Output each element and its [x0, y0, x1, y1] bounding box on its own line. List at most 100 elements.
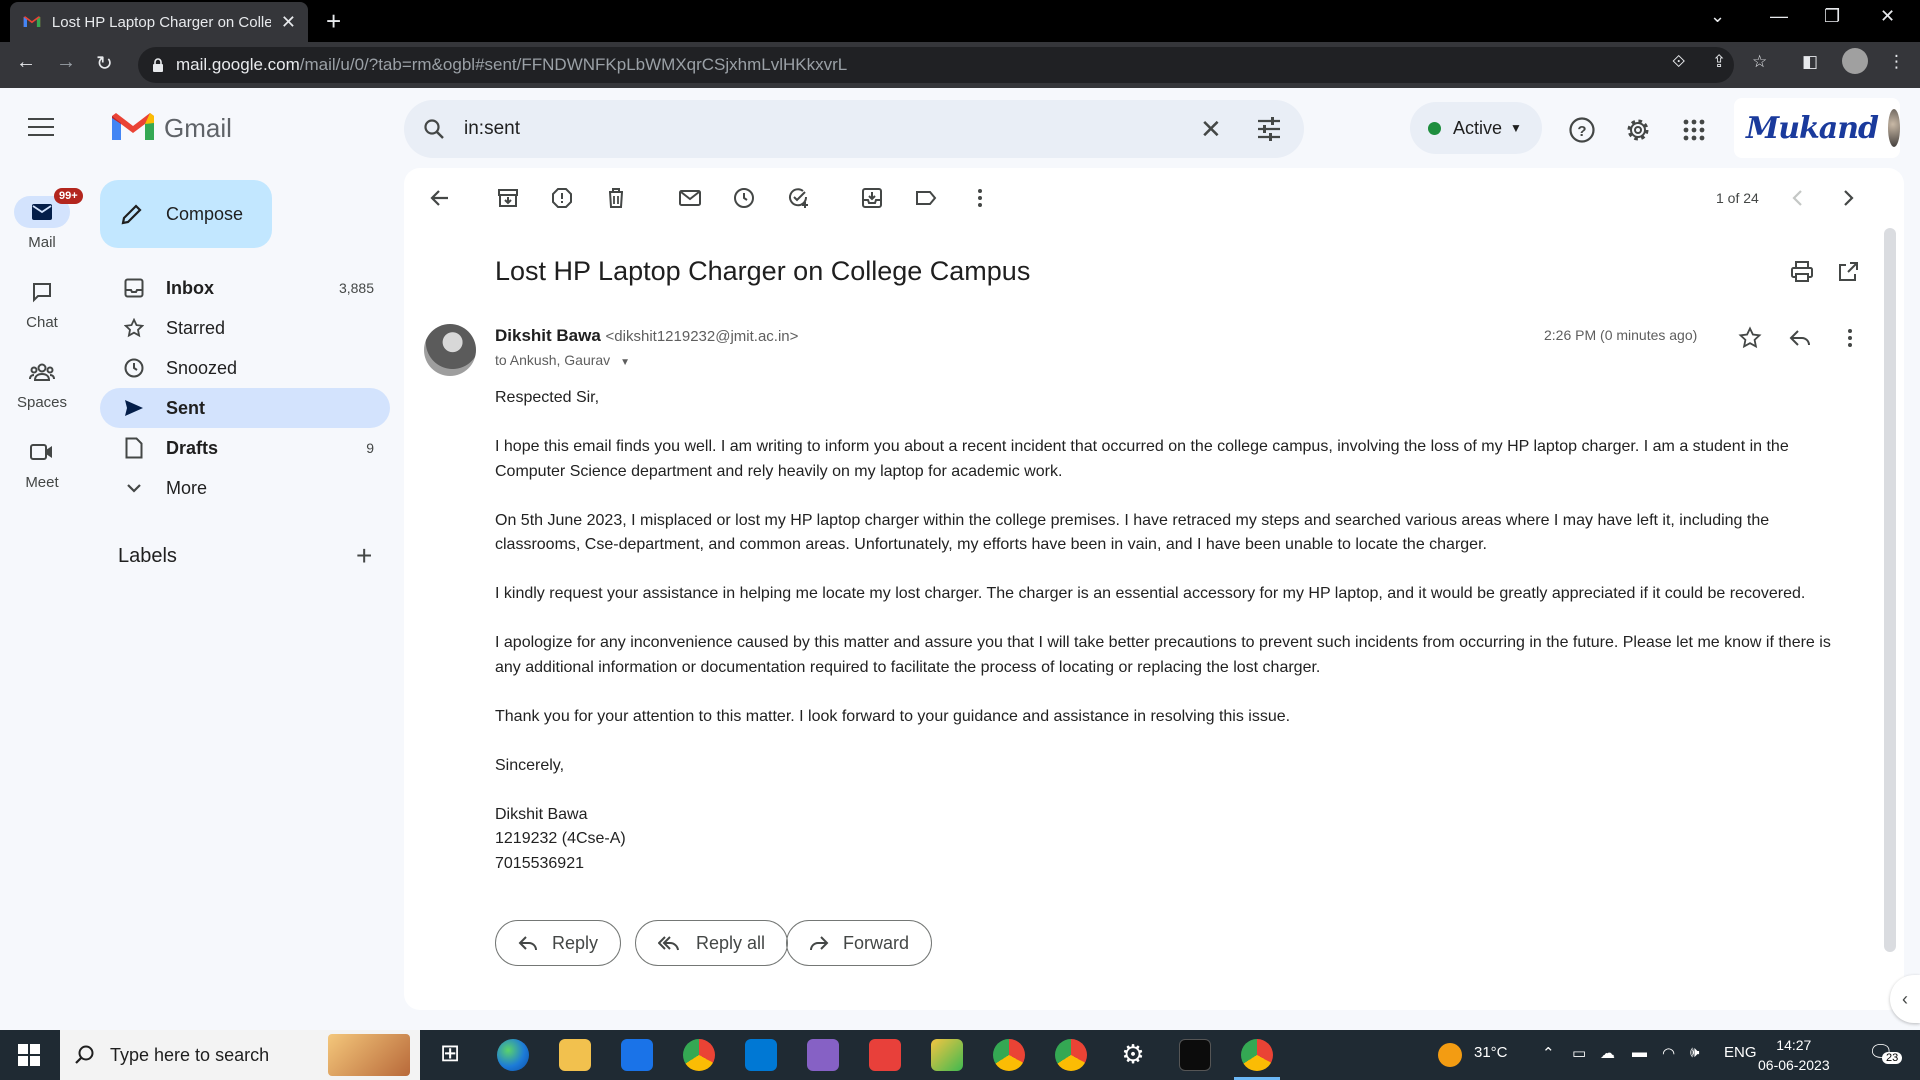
reply-button[interactable]: Reply — [495, 920, 622, 966]
forward-button[interactable]: Forward — [786, 920, 933, 966]
lock-icon[interactable] — [152, 58, 164, 72]
body-paragraph: I hope this email finds you well. I am w… — [495, 438, 1789, 480]
rail-spaces[interactable]: Spaces — [0, 356, 84, 411]
new-tab-icon[interactable]: + — [326, 6, 341, 37]
help-icon[interactable]: ? — [1568, 116, 1596, 144]
window-close-icon[interactable]: ✕ — [1880, 6, 1895, 27]
windows-start-icon[interactable] — [18, 1044, 40, 1066]
closing: Sincerely, — [495, 756, 565, 774]
back-to-sent-icon[interactable] — [428, 186, 452, 210]
chrome-profile-icon[interactable] — [1055, 1039, 1087, 1071]
terminal-icon[interactable] — [1179, 1039, 1211, 1071]
minimize-icon[interactable]: — — [1770, 6, 1788, 27]
show-hidden-icons-icon[interactable]: ⌃ — [1542, 1044, 1555, 1062]
delete-icon[interactable] — [604, 186, 628, 210]
vscode-icon[interactable] — [745, 1039, 777, 1071]
message-more-icon[interactable] — [1838, 326, 1862, 350]
rail-chat[interactable]: Chat — [0, 276, 84, 331]
greeting: Respected Sir, — [495, 389, 600, 406]
search-icon — [75, 1045, 94, 1064]
taskbar-clock[interactable]: 14:27 06-06-2023 — [1758, 1035, 1830, 1075]
language-indicator[interactable]: ENG — [1724, 1044, 1757, 1061]
weather-sun-icon[interactable] — [1438, 1043, 1462, 1067]
task-view-icon[interactable]: ⊞ — [434, 1039, 466, 1071]
rail-meet[interactable]: Meet — [0, 436, 84, 491]
file-explorer-icon[interactable] — [559, 1039, 591, 1071]
recipients-line[interactable]: to Ankush, Gaurav ▼ — [495, 352, 630, 368]
reply-all-button[interactable]: Reply all — [635, 920, 789, 966]
sidebar-item-snoozed[interactable]: Snoozed — [100, 348, 390, 388]
sender-avatar[interactable] — [424, 324, 476, 376]
search-input[interactable]: in:sent — [464, 118, 520, 140]
mail-app-icon[interactable] — [621, 1039, 653, 1071]
rail-mail[interactable]: 99+ Mail — [0, 188, 84, 251]
back-icon[interactable]: ← — [16, 51, 36, 74]
add-to-tasks-icon[interactable] — [786, 186, 810, 210]
side-panel-icon[interactable]: ◧ — [1802, 52, 1818, 72]
older-icon[interactable] — [1836, 186, 1860, 210]
newer-icon[interactable] — [1786, 186, 1810, 210]
visual-studio-icon[interactable] — [807, 1039, 839, 1071]
rail-meet-label: Meet — [25, 474, 59, 491]
sidebar-item-more[interactable]: More — [100, 468, 390, 508]
gmail-logo[interactable]: Gmail — [112, 112, 232, 144]
reply-icon[interactable] — [1788, 326, 1812, 350]
settings-gear-icon[interactable]: ⚙ — [1117, 1039, 1149, 1071]
weather-temp[interactable]: 31°C — [1474, 1044, 1508, 1061]
clear-search-icon[interactable]: ✕ — [1200, 114, 1222, 145]
account-avatar[interactable] — [1888, 109, 1900, 147]
onedrive-icon[interactable]: ☁ — [1600, 1044, 1615, 1062]
chrome-active-icon[interactable] — [1241, 1039, 1273, 1071]
show-details-icon[interactable]: ▼ — [620, 357, 630, 368]
add-label-icon[interactable]: + — [356, 540, 372, 572]
label-icon[interactable] — [914, 186, 938, 210]
snooze-icon[interactable] — [732, 186, 756, 210]
sidebar-item-starred[interactable]: Starred — [100, 308, 390, 348]
sidebar-item-sent[interactable]: Sent — [100, 388, 390, 428]
move-to-icon[interactable] — [860, 186, 884, 210]
battery-icon[interactable]: ▬ — [1632, 1044, 1647, 1061]
chrome-icon[interactable] — [683, 1039, 715, 1071]
main-menu-icon[interactable] — [28, 118, 54, 142]
compose-button[interactable]: Compose — [100, 180, 272, 248]
maximize-icon[interactable]: ❐ — [1824, 6, 1840, 27]
install-app-icon[interactable]: ⟐ — [1672, 52, 1685, 72]
sidebar-item-inbox[interactable]: Inbox 3,885 — [100, 268, 390, 308]
status-dropdown[interactable]: Active ▼ — [1410, 102, 1542, 154]
app-icon[interactable] — [931, 1039, 963, 1071]
sender-name[interactable]: Dikshit Bawa — [495, 326, 601, 345]
open-new-window-icon[interactable] — [1836, 260, 1860, 284]
address-bar[interactable]: mail.google.com/mail/u/0/?tab=rm&ogbl#se… — [138, 47, 1734, 83]
share-icon[interactable]: ⇪ — [1712, 52, 1726, 72]
meet-now-icon[interactable]: ▭ — [1572, 1044, 1586, 1062]
account-switcher[interactable]: Mukand — [1734, 98, 1900, 158]
volume-icon[interactable]: 🕪 — [1690, 1044, 1699, 1061]
wifi-icon[interactable]: ◠ — [1662, 1044, 1675, 1062]
mail-search-bar[interactable]: in:sent ✕ — [404, 100, 1304, 158]
taskbar-search[interactable]: Type here to search — [60, 1030, 420, 1080]
archive-icon[interactable] — [496, 186, 520, 210]
notification-count: 23 — [1882, 1052, 1903, 1064]
more-options-icon[interactable] — [968, 186, 992, 210]
apps-grid-icon[interactable] — [1680, 116, 1708, 144]
sidebar-item-drafts[interactable]: Drafts 9 — [100, 428, 390, 468]
mark-unread-icon[interactable] — [678, 186, 702, 210]
edge-browser-icon[interactable] — [497, 1039, 529, 1071]
search-icon[interactable] — [422, 117, 446, 141]
chrome-profile-d-icon[interactable] — [993, 1039, 1025, 1071]
bookmark-star-icon[interactable]: ☆ — [1752, 52, 1767, 72]
wps-office-icon[interactable] — [869, 1039, 901, 1071]
report-spam-icon[interactable] — [550, 186, 574, 210]
search-options-icon[interactable] — [1256, 116, 1282, 142]
reload-icon[interactable]: ↻ — [96, 51, 113, 76]
settings-gear-icon[interactable] — [1624, 116, 1652, 144]
tab-search-icon[interactable]: ⌄ — [1710, 6, 1725, 27]
chrome-menu-icon[interactable]: ⋮ — [1888, 52, 1905, 72]
profile-avatar[interactable] — [1842, 48, 1868, 74]
forward-icon[interactable]: → — [56, 51, 76, 74]
message-scrollbar[interactable] — [1884, 228, 1896, 952]
star-message-icon[interactable] — [1738, 326, 1762, 350]
close-tab-icon[interactable]: ✕ — [281, 12, 296, 33]
browser-tab[interactable]: Lost HP Laptop Charger on College Campus… — [10, 2, 308, 42]
print-icon[interactable] — [1790, 260, 1814, 284]
